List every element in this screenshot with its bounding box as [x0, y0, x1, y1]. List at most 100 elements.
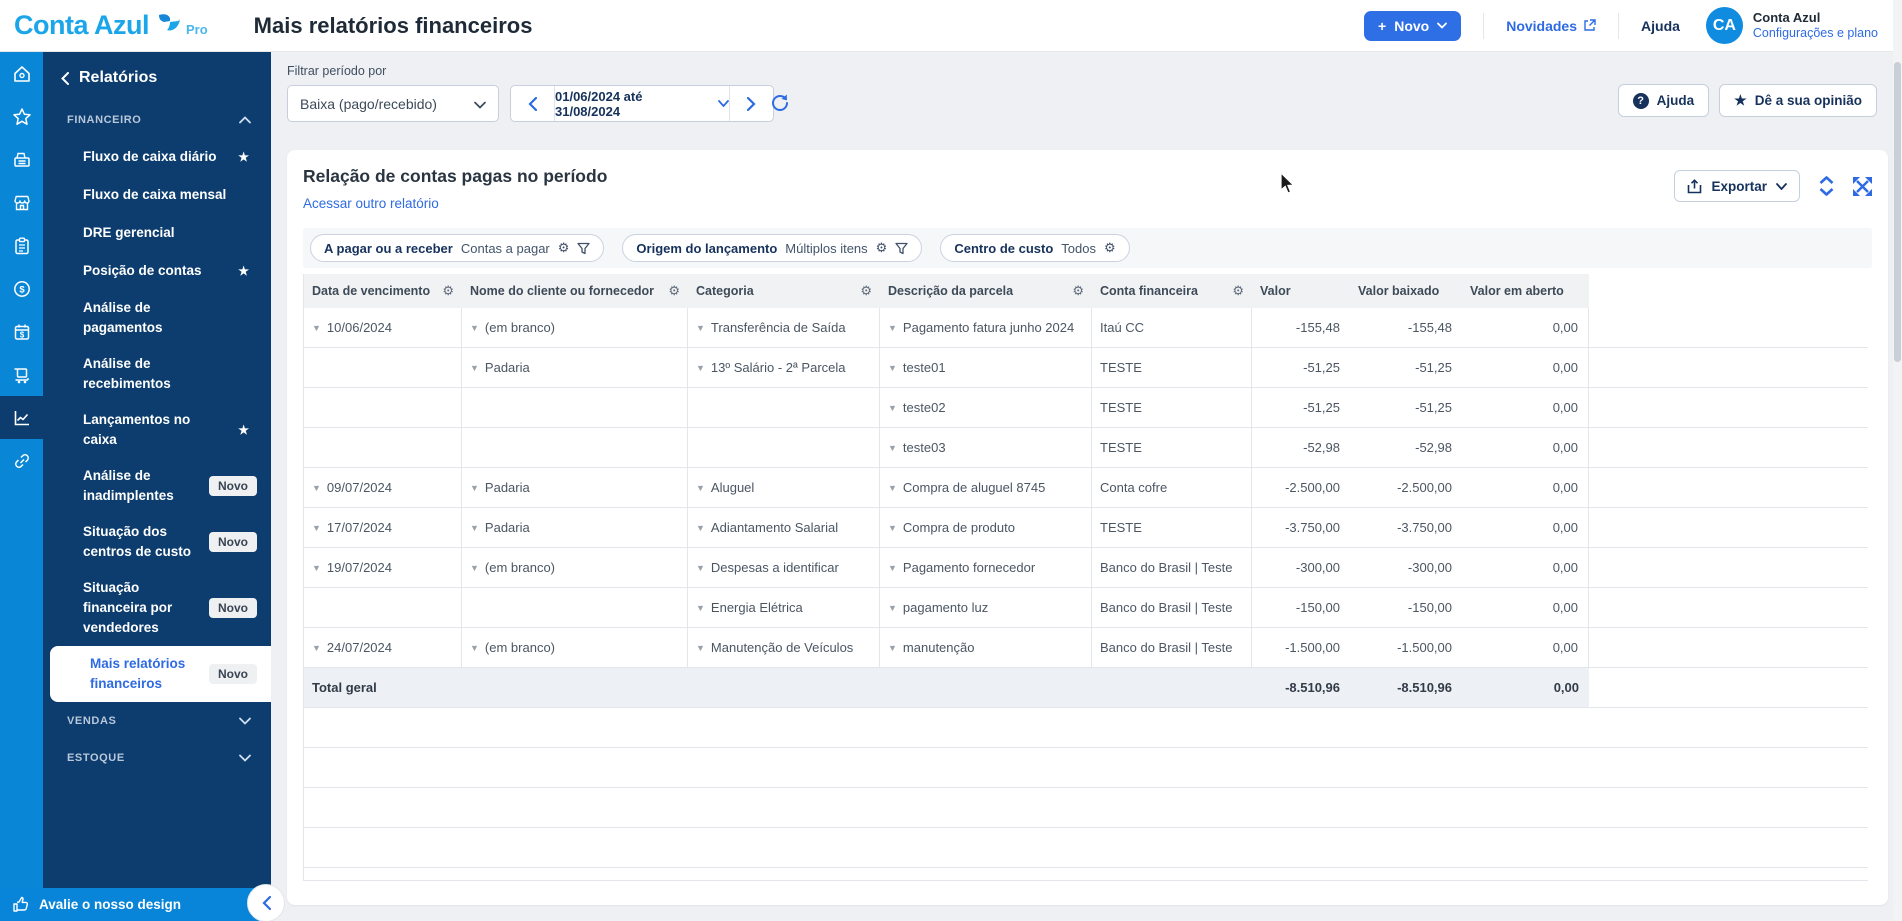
cell-descricao[interactable]: ▼manutenção: [880, 628, 1092, 668]
fullscreen-button[interactable]: [1853, 177, 1872, 196]
collapse-triangle-icon[interactable]: ▼: [696, 643, 705, 653]
conta-azul-logo[interactable]: Conta Azul Pro: [14, 10, 208, 41]
gear-icon[interactable]: ⚙: [876, 240, 888, 256]
date-range-selector[interactable]: 01/06/2024 até 31/08/2024: [554, 86, 730, 121]
collapse-triangle-icon[interactable]: ▼: [888, 483, 897, 493]
collapse-triangle-icon[interactable]: ▼: [696, 523, 705, 533]
collapse-triangle-icon[interactable]: ▼: [888, 523, 897, 533]
rail-cash-register-icon[interactable]: [0, 138, 43, 181]
rail-home-icon[interactable]: [0, 52, 43, 95]
cell-descricao[interactable]: ▼pagamento luz: [880, 588, 1092, 628]
section-financeiro[interactable]: FINANCEIRO: [43, 101, 271, 138]
collapse-triangle-icon[interactable]: ▼: [888, 323, 897, 333]
rail-clipboard-icon[interactable]: [0, 224, 43, 267]
export-button[interactable]: Exportar: [1674, 170, 1800, 202]
filter-chip-a-pagar-ou-a-receber[interactable]: A pagar ou a receberContas a pagar⚙: [310, 234, 604, 262]
ajuda-button[interactable]: ? Ajuda: [1618, 84, 1710, 117]
collapse-triangle-icon[interactable]: ▼: [696, 323, 705, 333]
cell-categoria[interactable]: ▼13º Salário - 2ª Parcela: [688, 348, 880, 388]
collapse-triangle-icon[interactable]: ▼: [696, 363, 705, 373]
sidebar-item-situa-o-dos-centros-de-custo[interactable]: Situação dos centros de custoNovo: [43, 514, 271, 570]
period-type-select[interactable]: Baixa (pago/recebido): [287, 85, 499, 122]
rail-link-icon[interactable]: [0, 439, 43, 482]
collapse-triangle-icon[interactable]: ▼: [470, 323, 479, 333]
sidebar-item-an-lise-de-recebimentos[interactable]: Análise de recebimentos: [43, 346, 271, 402]
cell-nome[interactable]: ▼Padaria: [462, 508, 688, 548]
gear-icon[interactable]: ⚙: [1104, 240, 1116, 256]
column-header[interactable]: Data de vencimento⚙: [304, 274, 462, 308]
collapse-triangle-icon[interactable]: ▼: [696, 563, 705, 573]
cell-descricao[interactable]: ▼teste02: [880, 388, 1092, 428]
gear-icon[interactable]: ⚙: [1232, 283, 1244, 299]
collapse-triangle-icon[interactable]: ▼: [888, 443, 897, 453]
section-vendas[interactable]: VENDAS: [43, 702, 271, 739]
collapse-triangle-icon[interactable]: ▼: [470, 643, 479, 653]
sidebar-item-fluxo-de-caixa-mensal[interactable]: Fluxo de caixa mensal: [43, 176, 271, 214]
cell-data[interactable]: ▼09/07/2024: [304, 468, 462, 508]
collapse-triangle-icon[interactable]: ▼: [888, 603, 897, 613]
avatar[interactable]: CA: [1706, 7, 1743, 44]
novidades-link[interactable]: Novidades: [1506, 18, 1596, 34]
cell-categoria[interactable]: ▼Energia Elétrica: [688, 588, 880, 628]
cell-nome[interactable]: ▼(em branco): [462, 548, 688, 588]
previous-period-button[interactable]: [511, 86, 554, 121]
collapse-triangle-icon[interactable]: ▼: [470, 523, 479, 533]
collapse-triangle-icon[interactable]: ▼: [470, 363, 479, 373]
sidebar-item-situa-o-financeira-por-vendedores[interactable]: Situação financeira por vendedoresNovo: [43, 570, 271, 646]
cell-nome[interactable]: ▼Padaria: [462, 468, 688, 508]
cell-categoria[interactable]: ▼Manutenção de Veículos: [688, 628, 880, 668]
cell-nome[interactable]: ▼Padaria: [462, 348, 688, 388]
sidebar-item-an-lise-de-inadimplentes[interactable]: Análise de inadimplentesNovo: [43, 458, 271, 514]
sidebar-item-lan-amentos-no-caixa[interactable]: Lançamentos no caixa★: [43, 402, 271, 458]
gear-icon[interactable]: ⚙: [558, 240, 570, 256]
column-header[interactable]: Categoria⚙: [688, 274, 880, 308]
gear-icon[interactable]: ⚙: [1072, 283, 1084, 299]
collapse-triangle-icon[interactable]: ▼: [312, 483, 321, 493]
cell-categoria[interactable]: ▼Aluguel: [688, 468, 880, 508]
sidebar-item-posi-o-de-contas[interactable]: Posição de contas★: [43, 252, 271, 290]
account-info[interactable]: Conta Azul Configurações e plano: [1753, 10, 1878, 42]
column-header[interactable]: Conta financeira⚙: [1092, 274, 1252, 308]
column-header[interactable]: Descrição da parcela⚙: [880, 274, 1092, 308]
cell-descricao[interactable]: ▼Compra de produto: [880, 508, 1092, 548]
vertical-scrollbar[interactable]: [1893, 0, 1902, 921]
sidebar-item-an-lise-de-pagamentos[interactable]: Análise de pagamentos: [43, 290, 271, 346]
collapse-triangle-icon[interactable]: ▼: [312, 323, 321, 333]
column-header[interactable]: Valor em aberto: [1462, 274, 1589, 308]
feedback-button[interactable]: ★ Dê a sua opinião: [1719, 84, 1877, 117]
cell-descricao[interactable]: ▼Pagamento fornecedor: [880, 548, 1092, 588]
rail-calendar-money-icon[interactable]: $: [0, 310, 43, 353]
column-header[interactable]: Nome do cliente ou fornecedor⚙: [462, 274, 688, 308]
gear-icon[interactable]: ⚙: [668, 283, 680, 299]
column-header[interactable]: Valor: [1252, 274, 1350, 308]
filter-chip-centro-de-custo[interactable]: Centro de custoTodos⚙: [940, 234, 1129, 262]
collapse-triangle-icon[interactable]: ▼: [888, 403, 897, 413]
cell-data[interactable]: ▼19/07/2024: [304, 548, 462, 588]
cell-descricao[interactable]: ▼teste01: [880, 348, 1092, 388]
collapse-triangle-icon[interactable]: ▼: [312, 523, 321, 533]
rail-star-icon[interactable]: [0, 95, 43, 138]
cell-data[interactable]: ▼10/06/2024: [304, 308, 462, 348]
collapse-triangle-icon[interactable]: ▼: [888, 643, 897, 653]
cell-nome[interactable]: ▼(em branco): [462, 308, 688, 348]
gear-icon[interactable]: ⚙: [860, 283, 872, 299]
filter-chip-origem-do-lan-amento[interactable]: Origem do lançamentoMúltiplos itens⚙: [622, 234, 922, 262]
collapse-triangle-icon[interactable]: ▼: [696, 483, 705, 493]
account-settings-link[interactable]: Configurações e plano: [1753, 26, 1878, 42]
cell-categoria[interactable]: ▼Transferência de Saída: [688, 308, 880, 348]
collapse-triangle-icon[interactable]: ▼: [470, 483, 479, 493]
refresh-button[interactable]: [769, 92, 791, 117]
collapse-triangle-icon[interactable]: ▼: [312, 563, 321, 573]
gear-icon[interactable]: ⚙: [442, 283, 454, 299]
design-feedback-bar[interactable]: Avalie o nosso design: [0, 888, 271, 921]
cell-nome[interactable]: ▼(em branco): [462, 628, 688, 668]
funnel-icon[interactable]: [895, 242, 908, 255]
sidebar-item-fluxo-de-caixa-di-rio[interactable]: Fluxo de caixa diário★: [43, 138, 271, 176]
collapse-triangle-icon[interactable]: ▼: [470, 563, 479, 573]
expand-rows-button[interactable]: [1818, 176, 1835, 196]
sidebar-item-mais-relat-rios-financeiros[interactable]: Mais relatórios financeirosNovo: [50, 646, 271, 702]
collapse-triangle-icon[interactable]: ▼: [312, 643, 321, 653]
other-report-link[interactable]: Acessar outro relatório: [303, 196, 439, 211]
section-estoque[interactable]: ESTOQUE: [43, 739, 271, 776]
ajuda-topbar-link[interactable]: Ajuda: [1641, 18, 1680, 34]
